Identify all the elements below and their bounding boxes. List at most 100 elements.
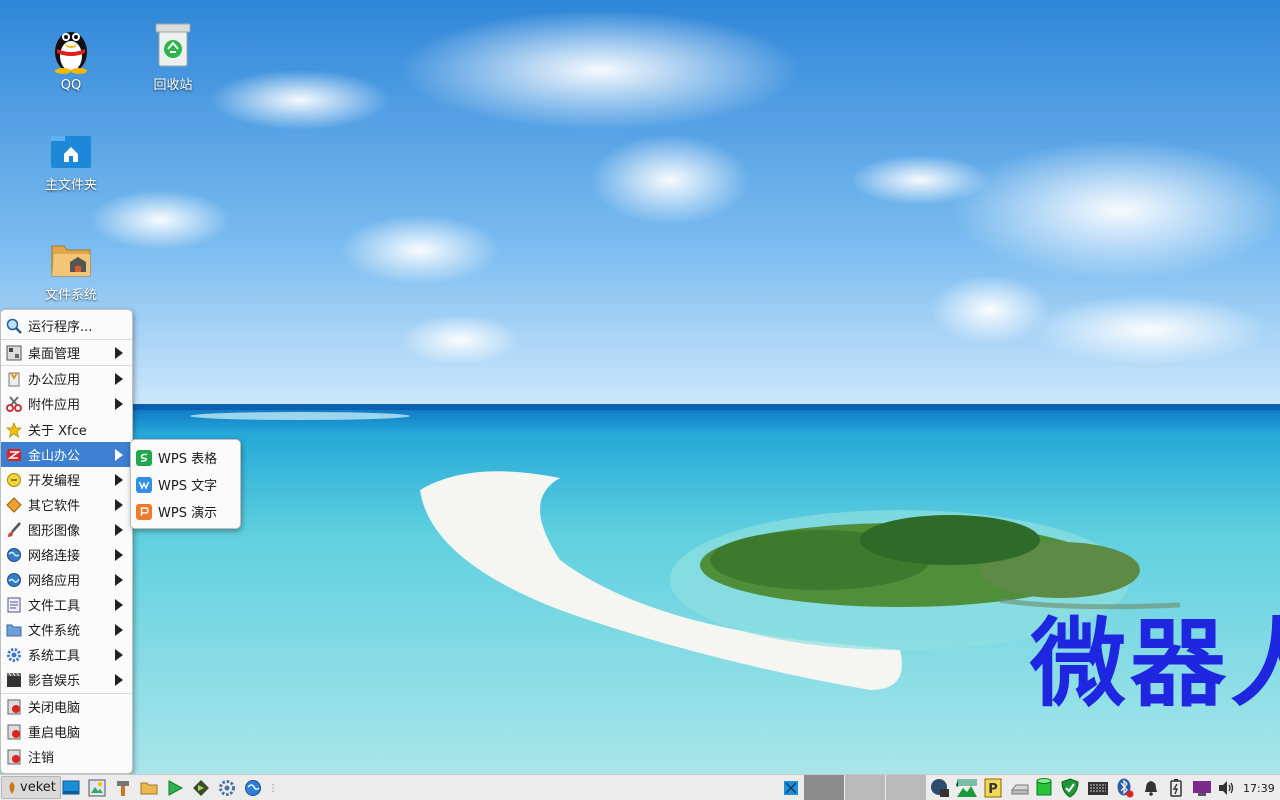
settings-gear-icon[interactable] xyxy=(218,778,236,798)
menu-item-accessories[interactable]: 附件应用 xyxy=(1,391,132,416)
bluetooth-icon[interactable] xyxy=(1116,778,1134,798)
taskbar: veket ⋮ P 17:39 xyxy=(0,774,1280,800)
submenu-arrow-icon xyxy=(115,498,123,511)
development-icon xyxy=(7,472,21,487)
wallpaper-watermark-text: 微器人 xyxy=(1030,608,1280,720)
network-status-icon[interactable] xyxy=(930,778,950,798)
recycle-bin-icon xyxy=(155,23,191,67)
document-icon xyxy=(7,597,21,612)
submenu-arrow-icon xyxy=(115,346,123,359)
star-icon xyxy=(6,421,22,438)
security-shield-icon[interactable] xyxy=(1061,778,1079,798)
magnifier-icon xyxy=(6,318,22,334)
filesystem-folder-icon xyxy=(51,245,91,277)
media-disc-icon[interactable] xyxy=(192,778,210,798)
notification-bell-icon[interactable] xyxy=(1143,778,1159,798)
shutdown-icon xyxy=(7,699,21,714)
menu-item-file-system[interactable]: 文件系统 xyxy=(1,617,132,642)
parking-p-icon[interactable]: P xyxy=(984,778,1002,798)
menu-item-office-apps[interactable]: 办公应用 xyxy=(1,366,132,391)
desktop-icon-home-folder[interactable]: 主文件夹 xyxy=(31,134,111,193)
start-menu-label: veket xyxy=(20,780,56,795)
menu-item-run-program[interactable]: 运行程序... xyxy=(1,313,132,338)
database-cylinder-icon[interactable] xyxy=(1036,778,1052,798)
submenu-arrow-icon xyxy=(115,648,123,661)
qq-penguin-icon xyxy=(55,32,87,74)
kingsoft-office-submenu: WPS 表格 WPS 文字 WPS 演示 xyxy=(130,439,241,529)
menu-item-graphics[interactable]: 图形图像 xyxy=(1,517,132,542)
veket-logo-icon xyxy=(9,781,15,794)
power-battery-icon[interactable] xyxy=(1168,778,1184,798)
screen-display-icon[interactable] xyxy=(1192,778,1212,798)
globe-icon xyxy=(7,572,21,587)
home-folder-icon xyxy=(51,136,91,168)
tools-hammer-icon[interactable] xyxy=(114,778,132,798)
menu-item-other-software[interactable]: 其它软件 xyxy=(1,492,132,517)
cpu-monitor-icon[interactable] xyxy=(955,778,979,798)
menu-item-network-apps[interactable]: 网络应用 xyxy=(1,567,132,592)
wps-spreadsheet-icon xyxy=(136,449,152,466)
menu-item-network-connection[interactable]: 网络连接 xyxy=(1,542,132,567)
menu-item-system-tools[interactable]: 系统工具 xyxy=(1,642,132,667)
logout-icon xyxy=(7,749,21,764)
desktop-settings-icon xyxy=(6,345,22,360)
office-apps-icon xyxy=(8,371,20,386)
reboot-icon xyxy=(7,724,21,739)
show-desktop-icon[interactable] xyxy=(62,778,80,798)
submenu-arrow-icon xyxy=(115,548,123,561)
volume-speaker-icon[interactable] xyxy=(1217,778,1235,798)
submenu-arrow-icon xyxy=(115,523,123,536)
menu-item-wps-spreadsheet[interactable]: WPS 表格 xyxy=(131,445,240,470)
submenu-arrow-icon xyxy=(115,372,123,385)
image-viewer-icon[interactable] xyxy=(88,778,106,798)
application-menu: 运行程序... 桌面管理 办公应用 附件应用 关于 Xfce 金山办公 开发编程… xyxy=(0,309,133,774)
svg-text:P: P xyxy=(988,782,998,797)
film-clapper-icon xyxy=(7,672,21,687)
folder-icon xyxy=(6,624,22,636)
desktop-icon-label: QQ xyxy=(60,78,82,93)
menu-item-shutdown[interactable]: 关闭电脑 xyxy=(1,694,132,719)
gear-icon xyxy=(7,647,21,662)
desktop-icon-label: 主文件夹 xyxy=(44,178,97,193)
menu-item-multimedia[interactable]: 影音娱乐 xyxy=(1,667,132,692)
desktop-icon-label: 文件系统 xyxy=(44,288,97,303)
menu-item-desktop-management[interactable]: 桌面管理 xyxy=(1,340,132,365)
paintbrush-icon xyxy=(8,521,21,537)
wps-presentation-icon xyxy=(136,503,152,520)
kingsoft-office-icon xyxy=(7,448,21,461)
submenu-arrow-icon xyxy=(115,448,123,461)
workspace-2[interactable] xyxy=(845,775,885,800)
drive-icon[interactable] xyxy=(1010,778,1030,798)
menu-item-about-xfce[interactable]: 关于 Xfce xyxy=(1,417,132,442)
file-manager-folder-icon[interactable] xyxy=(140,778,158,798)
submenu-arrow-icon xyxy=(115,573,123,586)
menu-item-wps-presentation[interactable]: WPS 演示 xyxy=(131,499,240,524)
wps-writer-icon xyxy=(136,476,152,493)
workspace-3[interactable] xyxy=(886,775,926,800)
menu-item-wps-writer[interactable]: WPS 文字 xyxy=(131,472,240,497)
submenu-arrow-icon xyxy=(115,473,123,486)
desktop-icon-qq[interactable]: QQ xyxy=(31,22,111,93)
submenu-arrow-icon xyxy=(115,397,123,410)
start-menu-button[interactable]: veket xyxy=(1,776,61,799)
keyboard-icon[interactable] xyxy=(1087,778,1109,798)
menu-item-development[interactable]: 开发编程 xyxy=(1,467,132,492)
menu-item-reboot[interactable]: 重启电脑 xyxy=(1,719,132,744)
desktop-icon-filesystem[interactable]: 文件系统 xyxy=(31,238,111,303)
network-monitor-icon[interactable] xyxy=(782,778,800,798)
clock[interactable]: 17:39 xyxy=(1243,778,1275,798)
scissors-icon xyxy=(6,395,22,412)
menu-item-file-tools[interactable]: 文件工具 xyxy=(1,592,132,617)
media-player-play-icon[interactable] xyxy=(166,778,184,798)
menu-item-kingsoft-office[interactable]: 金山办公 xyxy=(1,442,132,467)
web-browser-icon[interactable] xyxy=(244,778,262,798)
menu-item-logout[interactable]: 注销 xyxy=(1,744,132,769)
submenu-arrow-icon xyxy=(115,673,123,686)
workspace-1[interactable] xyxy=(804,775,844,800)
desktop-icon-label: 回收站 xyxy=(153,78,193,93)
taskbar-handle-icon: ⋮ xyxy=(268,782,278,794)
submenu-arrow-icon xyxy=(115,623,123,636)
other-software-icon xyxy=(6,496,22,513)
globe-icon xyxy=(7,547,21,562)
desktop-icon-trash[interactable]: 回收站 xyxy=(133,22,213,93)
